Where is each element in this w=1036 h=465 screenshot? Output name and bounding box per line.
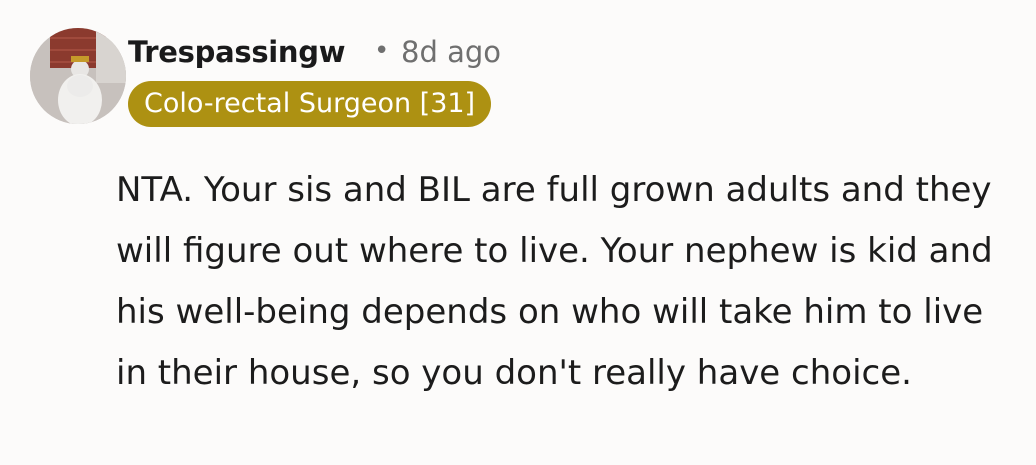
user-avatar-icon[interactable]: [30, 28, 126, 124]
author-username[interactable]: Trespassingw: [128, 35, 346, 69]
user-flair-badge: Colo-rectal Surgeon [31]: [128, 81, 492, 127]
comment: Trespassingw • 8d ago Colo-rectal Surgeo…: [0, 0, 1036, 465]
comment-timestamp[interactable]: 8d ago: [401, 35, 501, 69]
meta-separator: •: [374, 36, 390, 66]
comment-body: NTA. Your sis and BIL are full grown adu…: [116, 170, 993, 393]
